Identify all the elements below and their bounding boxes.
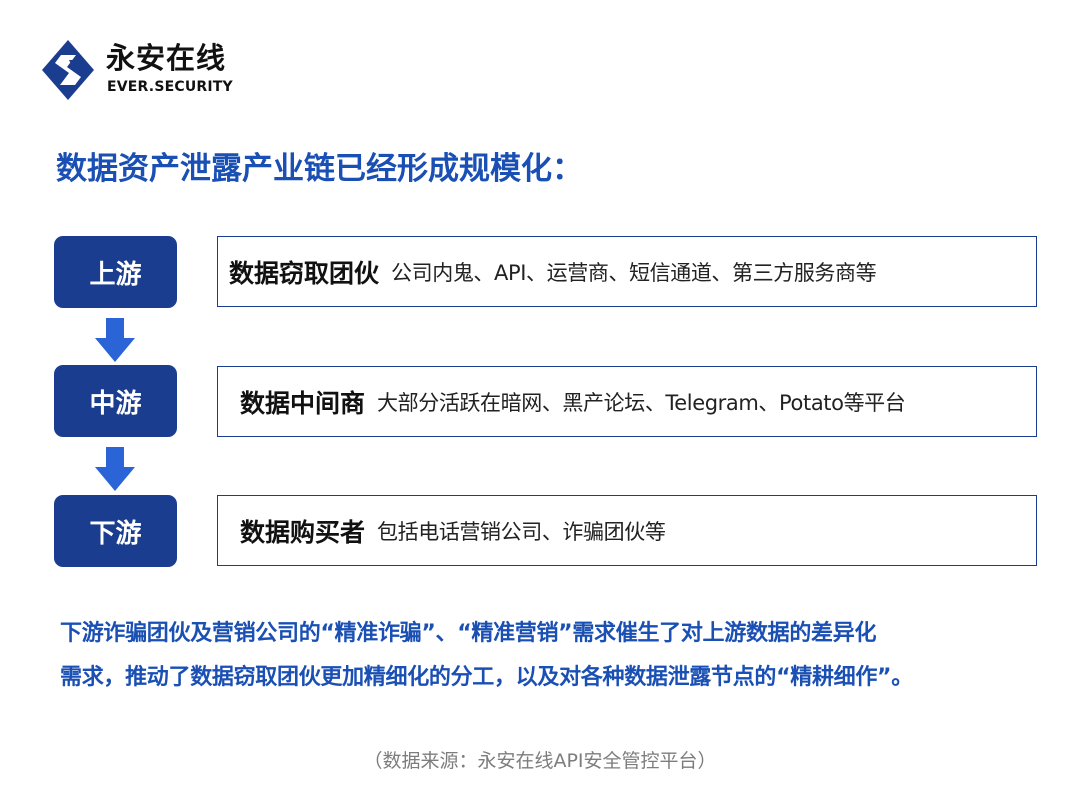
- summary-line: 需求，推动了数据窃取团伙更加精细化的分工，以及对各种数据泄露节点的“精耕细作”。: [60, 665, 913, 690]
- stage-downstream: 下游: [54, 495, 177, 567]
- brand-name-en: EVER.SECURITY: [107, 79, 233, 95]
- brand-name-cn: 永安在线: [106, 41, 227, 75]
- chain-desc: 大部分活跃在暗网、黑产论坛、Telegram、Potato等平台: [377, 390, 906, 415]
- chain-name: 数据中间商: [240, 388, 366, 418]
- chain-box-upstream: 数据窃取团伙 公司内鬼、API、运营商、短信通道、第三方服务商等: [217, 236, 1037, 307]
- page-heading: 数据资产泄露产业链已经形成规模化：: [56, 151, 583, 187]
- arrow-down-icon: [95, 447, 135, 491]
- chain-name: 数据购买者: [240, 517, 366, 547]
- source-note: （数据来源：永安在线API安全管控平台）: [363, 750, 717, 772]
- stage-upstream: 上游: [54, 236, 177, 308]
- chain-box-downstream: 数据购买者 包括电话营销公司、诈骗团伙等: [217, 495, 1037, 566]
- logo-icon: [42, 40, 94, 100]
- summary-line: 下游诈骗团伙及营销公司的“精准诈骗”、“精准营销”需求催生了对上游数据的差异化: [60, 621, 877, 646]
- chain-name: 数据窃取团伙: [229, 258, 380, 288]
- stage-midstream: 中游: [54, 365, 177, 437]
- chain-box-midstream: 数据中间商 大部分活跃在暗网、黑产论坛、Telegram、Potato等平台: [217, 366, 1037, 437]
- chain-desc: 公司内鬼、API、运营商、短信通道、第三方服务商等: [391, 260, 877, 285]
- chain-desc: 包括电话营销公司、诈骗团伙等: [377, 519, 666, 544]
- summary-text: 下游诈骗团伙及营销公司的“精准诈骗”、“精准营销”需求催生了对上游数据的差异化 …: [60, 612, 1060, 700]
- arrow-down-icon: [95, 318, 135, 362]
